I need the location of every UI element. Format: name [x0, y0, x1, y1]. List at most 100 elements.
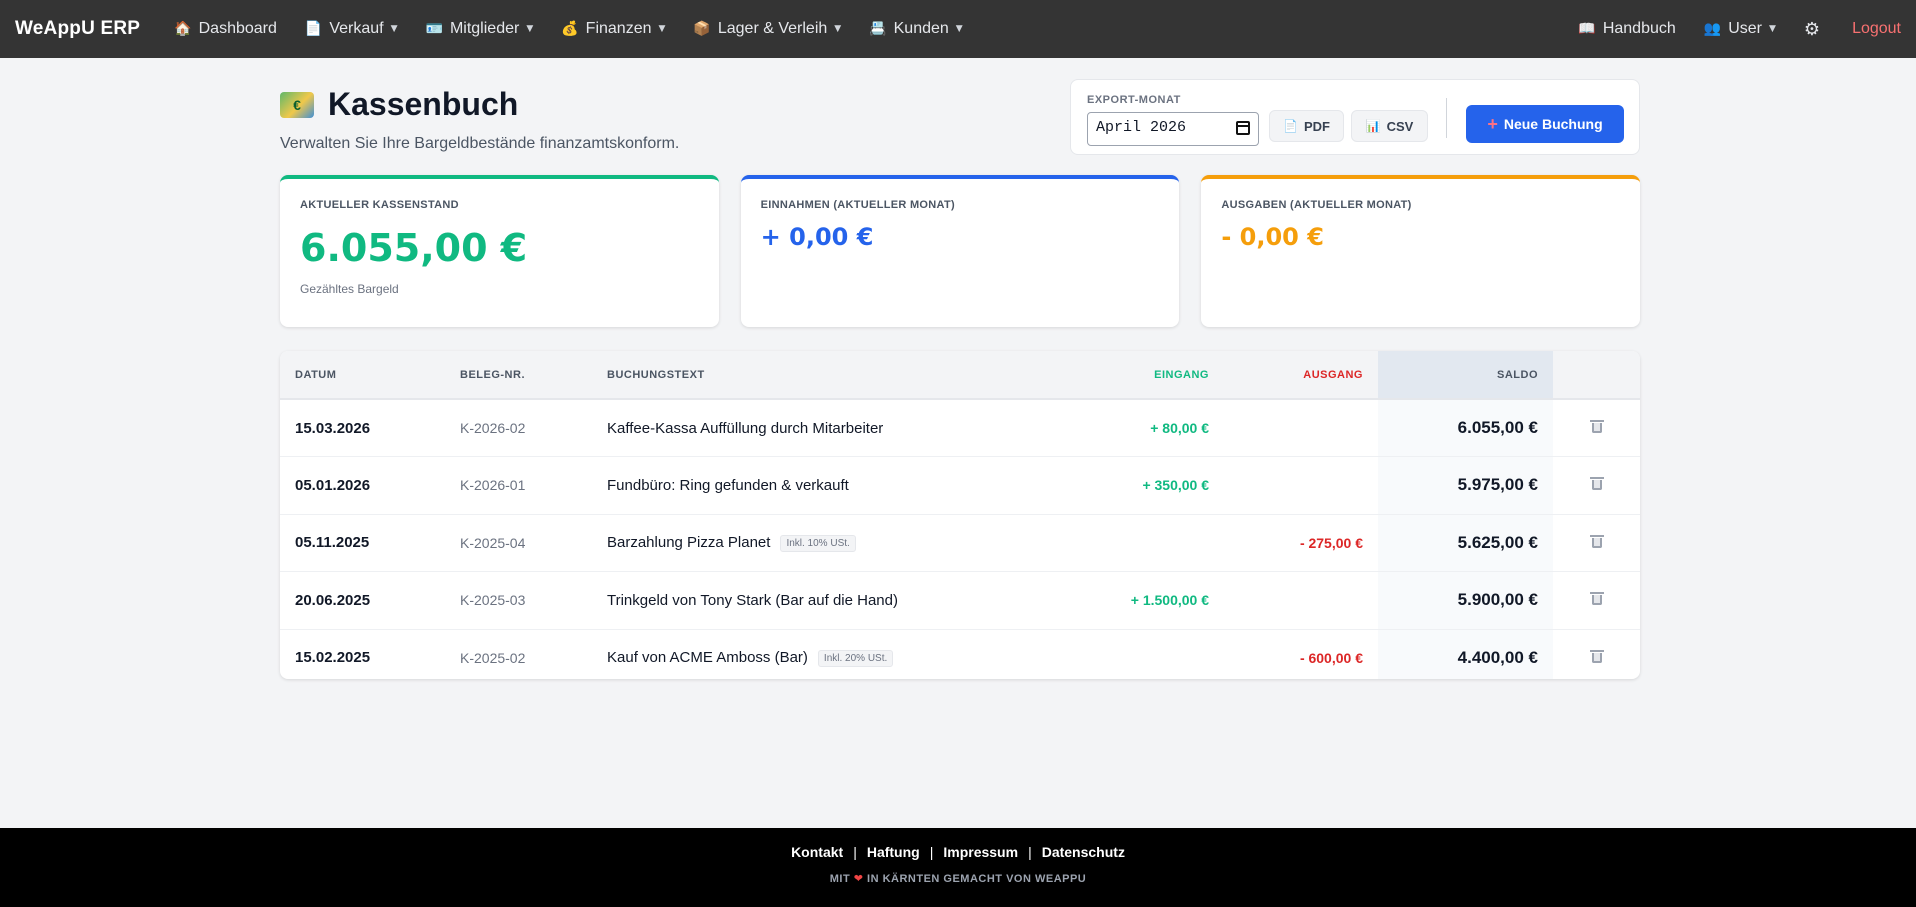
table-row: 05.01.2026 K-2026-01 Fundbüro: Ring gefund… — [280, 456, 1640, 514]
cell-beleg: K-2025-02 — [460, 649, 526, 666]
main-content: € Kassenbuch Verwalten Sie Ihre Bargeldb… — [280, 58, 1641, 679]
gear-icon[interactable]: ⚙ — [1790, 19, 1834, 40]
nav-user-menu[interactable]: 👥 User ▼ — [1690, 0, 1790, 58]
nav-item-label: Lager & Verleih — [717, 20, 828, 37]
export-pdf-button[interactable]: 📄 PDF — [1269, 110, 1344, 142]
cell-eingang — [1072, 514, 1224, 572]
card-label: EINNAHMEN (AKTUELLER MONAT) — [760, 199, 955, 211]
trash-body — [1591, 595, 1602, 606]
nav-item-kunden[interactable]: 📇 Kunden ▼ — [855, 0, 977, 58]
cell-datum: 15.03.2026 — [295, 419, 371, 437]
cell-datum: 20.06.2025 — [295, 591, 371, 609]
trash-icon[interactable] — [1589, 649, 1604, 663]
col-header-beleg[interactable]: BELEG-NR. — [445, 351, 592, 399]
brand-logo[interactable]: WeAppU ERP — [15, 18, 140, 40]
table-header-row: DATUM BELEG-NR. BUCHUNGSTEXT EINGANG AUS… — [280, 351, 1640, 399]
col-header-ausgang[interactable]: AUSGANG — [1224, 351, 1378, 399]
footer-separator: | — [1028, 844, 1032, 860]
card-value: + 0,00 € — [760, 223, 874, 251]
trash-lid — [1589, 477, 1604, 480]
bar-chart-icon: 📊 — [1365, 119, 1381, 133]
col-header-datum[interactable]: DATUM — [280, 351, 445, 399]
contact-card-icon: 📇 — [869, 21, 887, 37]
nav-item-mitglieder[interactable]: 🪪 Mitglieder ▼ — [412, 0, 548, 58]
nav-handbuch-label: Handbuch — [1602, 20, 1676, 37]
export-csv-button[interactable]: 📊 CSV — [1351, 110, 1428, 142]
col-header-saldo[interactable]: SALDO — [1378, 351, 1553, 399]
new-booking-button[interactable]: + Neue Buchung — [1466, 105, 1624, 143]
export-month-label: EXPORT-MONAT — [1087, 94, 1181, 106]
footer-link-impressum[interactable]: Impressum — [943, 844, 1018, 860]
nav-item-label: Verkauf — [329, 20, 384, 37]
document-icon: 📄 — [304, 21, 323, 37]
footer-link-datenschutz[interactable]: Datenschutz — [1042, 844, 1125, 860]
booking-text: Barzahlung Pizza Planet — [607, 533, 771, 551]
nav-handbuch[interactable]: 📖 Handbuch — [1564, 0, 1689, 58]
users-icon: 👥 — [1703, 21, 1722, 37]
table-row: 15.02.2025 K-2025-02 Kauf von ACME Amboss … — [280, 629, 1640, 679]
col-header-text[interactable]: BUCHUNGSTEXT — [592, 351, 1072, 399]
new-booking-label: Neue Buchung — [1503, 116, 1603, 132]
cell-saldo: 5.625,00 € — [1378, 514, 1553, 572]
export-month-input[interactable]: April 2026 — [1087, 112, 1259, 146]
cell-saldo: 5.975,00 € — [1378, 456, 1553, 514]
cell-datum: 15.02.2025 — [295, 649, 371, 667]
footer-link-kontakt[interactable]: Kontakt — [791, 844, 843, 860]
trash-icon[interactable] — [1589, 591, 1604, 606]
card-value: - 0,00 € — [1221, 223, 1324, 251]
calendar-icon[interactable] — [1236, 121, 1250, 135]
cell-buchungstext: Trinkgeld von Tony Stark (Bar auf die Ha… — [592, 572, 1072, 630]
cell-eingang: + 1.500,00 € — [1130, 592, 1209, 609]
table-row: 05.11.2025 K-2025-04 Barzahlung Pizza Plan… — [280, 514, 1640, 572]
cell-saldo: 5.900,00 € — [1378, 571, 1553, 629]
cell-actions — [1553, 399, 1640, 457]
trash-icon[interactable] — [1589, 419, 1604, 433]
booking-text: Fundbüro: Ring gefunden & verkauft — [607, 476, 849, 494]
expenses-card: AUSGABEN (AKTUELLER MONAT) - 0,00 € — [1201, 175, 1641, 327]
trash-body — [1591, 423, 1602, 433]
nav-item-label: Kunden — [893, 20, 949, 37]
footer-separator: | — [929, 844, 934, 860]
nav-item-dashboard[interactable]: 🏠 Dashboard — [160, 0, 291, 58]
cell-datum: 05.01.2026 — [295, 476, 371, 494]
nav-menu: 🏠 Dashboard 📄 Verkauf ▼ 🪪 Mitglieder ▼ 💰 Finanzen… — [160, 0, 977, 58]
cell-beleg: K-2025-03 — [460, 592, 526, 609]
document-icon: 📄 — [1283, 119, 1298, 133]
footer-separator: | — [853, 844, 857, 860]
page-header: € Kassenbuch Verwalten Sie Ihre Bargeldb… — [280, 58, 1640, 175]
chevron-down-icon: ▼ — [834, 24, 842, 34]
trash-body — [1591, 652, 1602, 663]
cell-buchungstext: Barzahlung Pizza Planet Inkl. 10% USt. — [592, 514, 1072, 572]
page-subtitle: Verwalten Sie Ihre Bargeldbestände finan… — [280, 135, 680, 152]
book-icon: 📖 — [1578, 21, 1596, 37]
package-icon: 📦 — [693, 21, 711, 37]
cell-saldo: 6.055,00 € — [1378, 399, 1553, 457]
page-title: Kassenbuch — [328, 86, 519, 122]
chevron-down-icon: ▼ — [390, 24, 398, 34]
nav-item-label: Mitglieder — [449, 20, 520, 37]
footer-link-haftung[interactable]: Haftung — [867, 844, 920, 860]
trash-body — [1591, 480, 1602, 491]
nav-item-lager-verleih[interactable]: 📦 Lager & Verleih ▼ — [679, 0, 855, 58]
cashbook-table: DATUM BELEG-NR. BUCHUNGSTEXT EINGANG AUS… — [280, 351, 1640, 679]
trash-icon[interactable] — [1589, 476, 1604, 491]
export-month-value: April 2026 — [1096, 119, 1187, 136]
nav-item-verkauf[interactable]: 📄 Verkauf ▼ — [291, 0, 412, 58]
footer-links: Kontakt | Haftung | Impressum | Datenschutz — [0, 844, 1916, 860]
nav-item-finanzen[interactable]: 💰 Finanzen ▼ — [547, 0, 679, 58]
footer-note: MIT ❤ IN KÄRNTEN GEMACHT VON WEAPPU — [0, 872, 1916, 885]
trash-lid — [1589, 534, 1604, 537]
col-header-eingang[interactable]: EINGANG — [1072, 351, 1224, 399]
income-card: EINNAHMEN (AKTUELLER MONAT) + 0,00 € — [740, 175, 1180, 327]
booking-text: Kaffee-Kassa Auffüllung durch Mitarbeite… — [607, 419, 884, 437]
booking-text: Trinkgeld von Tony Stark (Bar auf die Ha… — [607, 591, 898, 609]
id-card-icon: 🪪 — [425, 21, 443, 37]
booking-text: Kauf von ACME Amboss (Bar) — [607, 648, 808, 666]
cell-buchungstext: Kauf von ACME Amboss (Bar) Inkl. 20% USt. — [592, 629, 1072, 679]
cell-actions — [1553, 629, 1640, 679]
trash-icon[interactable] — [1589, 534, 1604, 548]
col-header-actions — [1553, 351, 1640, 399]
trash-lid — [1589, 592, 1604, 595]
cell-actions — [1553, 514, 1640, 572]
logout-link[interactable]: Logout — [1834, 20, 1901, 38]
